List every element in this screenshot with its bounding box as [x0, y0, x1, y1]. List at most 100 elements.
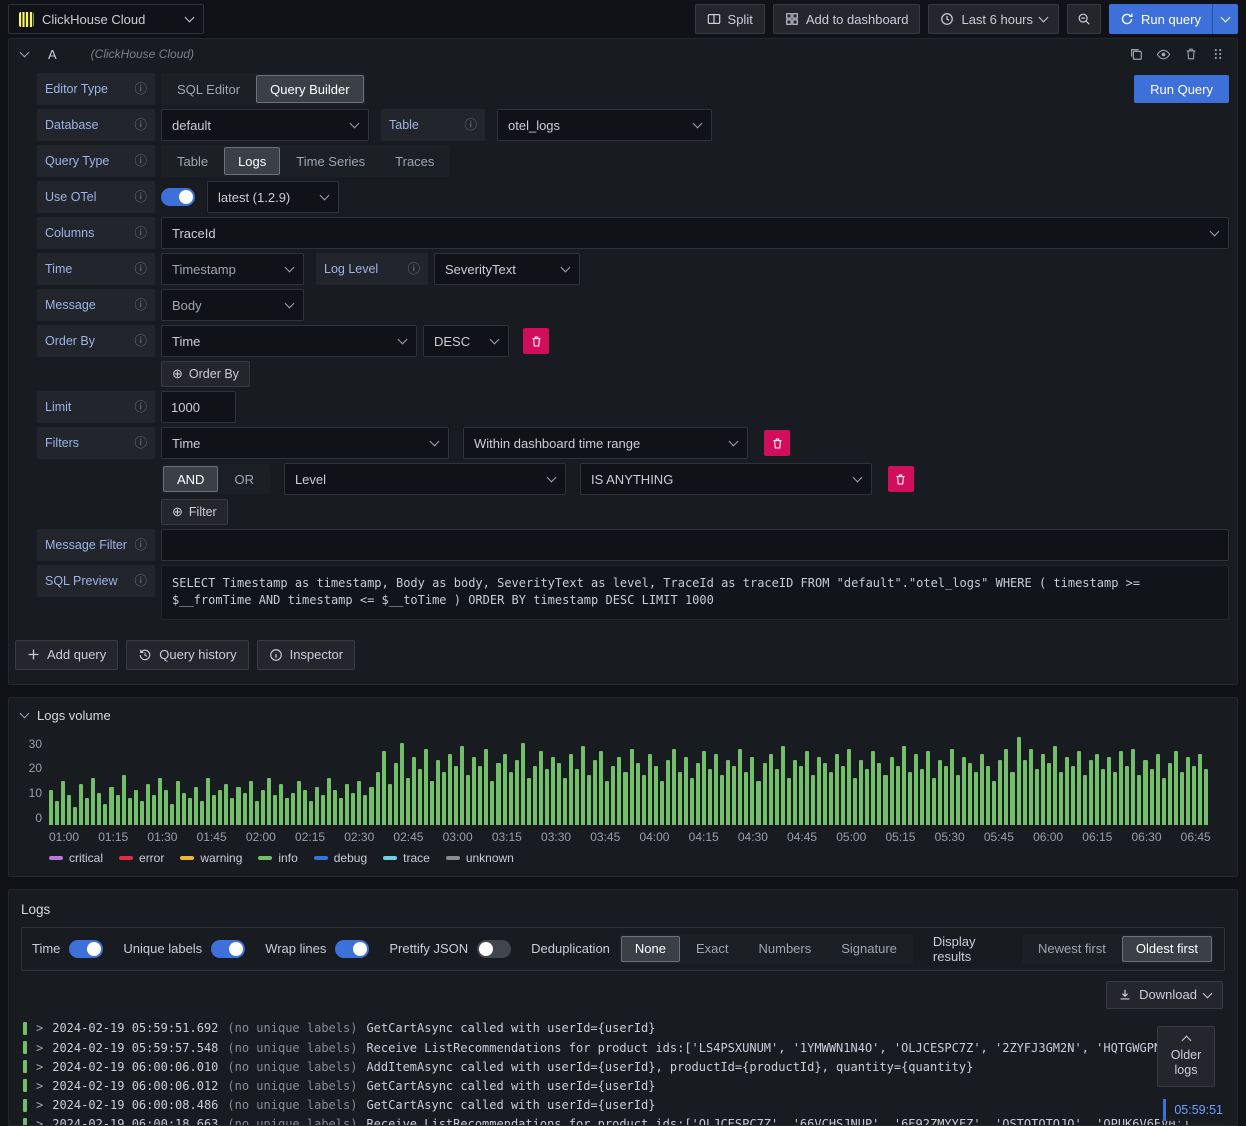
message-column-select[interactable]: Body [161, 289, 304, 321]
legend-item[interactable]: info [258, 851, 298, 865]
editor-type-sql-editor[interactable]: SQL Editor [163, 75, 254, 103]
duplicate-query-icon[interactable] [1129, 47, 1143, 61]
wrap-lines-toggle[interactable] [335, 939, 370, 958]
remove-filter-button[interactable] [764, 430, 790, 456]
log-scroll-time[interactable]: 05:59:51 [1159, 1098, 1223, 1121]
legend-item[interactable]: unknown [445, 851, 514, 865]
legend-item[interactable]: debug [313, 851, 367, 865]
otel-version-select[interactable]: latest (1.2.9) [207, 181, 339, 213]
order-by-direction-select[interactable]: DESC [423, 325, 509, 357]
volume-bar [375, 771, 380, 825]
columns-multiselect[interactable]: TraceId [161, 217, 1229, 249]
expand-log-icon[interactable]: > [36, 1079, 43, 1093]
add-order-by-button[interactable]: ⊕ Order By [161, 361, 250, 387]
remove-condition-button[interactable] [887, 466, 914, 492]
datasource-picker[interactable]: ClickHouse Cloud [8, 4, 204, 34]
info-icon[interactable]: ⓘ [134, 335, 147, 348]
dedup-signature[interactable]: Signature [827, 936, 911, 962]
filter-field-select[interactable]: Time [161, 427, 449, 459]
info-icon[interactable]: ⓘ [134, 575, 147, 588]
info-icon[interactable]: ⓘ [134, 83, 147, 96]
info-icon[interactable]: ⓘ [134, 539, 147, 552]
info-icon[interactable]: ⓘ [407, 263, 420, 276]
log-row[interactable]: >2024-02-19 05:59:57.548 (no unique label… [23, 1038, 1237, 1057]
table-select[interactable]: otel_logs [497, 109, 712, 141]
database-select[interactable]: default [161, 109, 369, 141]
conjunction-and[interactable]: AND [163, 466, 219, 492]
log-level-column-select[interactable]: SeverityText [434, 253, 580, 285]
limit-input[interactable] [161, 391, 236, 423]
query-row-header[interactable]: A (ClickHouse Cloud) [9, 39, 1237, 69]
volume-bar [321, 795, 326, 825]
legend-item[interactable]: critical [49, 851, 103, 865]
query-type-table[interactable]: Table [163, 147, 222, 175]
legend-item[interactable]: trace [383, 851, 430, 865]
volume-bar [429, 780, 434, 825]
order-by-field-select[interactable]: Time [161, 325, 417, 357]
collapse-query-chevron-icon[interactable] [19, 47, 30, 58]
query-type-traces[interactable]: Traces [381, 147, 448, 175]
drag-handle-icon[interactable] [1211, 47, 1225, 61]
condition-field-select[interactable]: Level [283, 463, 566, 495]
dedup-exact[interactable]: Exact [682, 936, 743, 962]
display-newest-first[interactable]: Newest first [1024, 936, 1120, 962]
expand-log-icon[interactable]: > [36, 1117, 43, 1124]
info-icon[interactable]: ⓘ [134, 119, 147, 132]
volume-bar [871, 751, 876, 825]
delete-query-trash-icon[interactable] [1184, 47, 1198, 61]
query-type-time-series[interactable]: Time Series [282, 147, 379, 175]
remove-order-by-button[interactable] [523, 328, 549, 354]
info-icon[interactable]: ⓘ [134, 227, 147, 240]
info-icon[interactable]: ⓘ [134, 299, 147, 312]
time-range-picker[interactable]: Last 6 hours [928, 4, 1060, 34]
editor-type-query-builder[interactable]: Query Builder [256, 75, 364, 103]
run-query-dropdown-button[interactable] [1212, 4, 1238, 34]
log-row[interactable]: >2024-02-19 06:00:18.663 (no unique label… [23, 1115, 1237, 1125]
use-otel-toggle[interactable] [161, 188, 195, 206]
unique-labels-toggle[interactable] [211, 939, 246, 958]
info-icon[interactable]: ⓘ [134, 155, 147, 168]
log-row[interactable]: >2024-02-19 05:59:51.692 (no unique label… [23, 1019, 1237, 1038]
prettify-json-toggle[interactable] [477, 939, 512, 958]
zoom-out-button[interactable] [1067, 4, 1102, 34]
split-button[interactable]: Split [694, 4, 765, 34]
run-query-button[interactable]: Run query [1109, 4, 1212, 34]
condition-operator-select[interactable]: IS ANYTHING [579, 463, 872, 495]
display-oldest-first[interactable]: Oldest first [1121, 935, 1212, 962]
dedup-none[interactable]: None [620, 935, 680, 962]
log-row[interactable]: >2024-02-19 06:00:06.012 (no unique label… [23, 1076, 1237, 1095]
query-type-logs[interactable]: Logs [224, 147, 281, 175]
info-icon[interactable]: ⓘ [464, 119, 477, 132]
conjunction-or[interactable]: OR [220, 466, 268, 492]
filter-operator-select[interactable]: Within dashboard time range [463, 427, 748, 459]
info-icon[interactable]: ⓘ [134, 191, 147, 204]
log-row[interactable]: >2024-02-19 06:00:06.010 (no unique label… [23, 1057, 1237, 1076]
info-icon[interactable]: ⓘ [134, 263, 147, 276]
legend-item[interactable]: error [119, 851, 164, 865]
query-history-button[interactable]: Query history [126, 639, 249, 670]
expand-log-icon[interactable]: > [36, 1060, 43, 1074]
add-query-button[interactable]: Add query [15, 639, 119, 670]
logs-options-bar: Time Unique labels Wrap lines Prettify J… [21, 926, 1225, 971]
panel-run-query-button[interactable]: Run Query [1134, 75, 1229, 103]
logs-volume-header[interactable]: Logs volume [9, 698, 1237, 727]
message-filter-input[interactable] [161, 529, 1229, 561]
time-column-select[interactable]: Timestamp [161, 253, 304, 285]
collapse-panel-chevron-icon[interactable] [19, 708, 30, 719]
x-axis-tick: 06:00 [1033, 829, 1064, 844]
older-logs-button[interactable]: Older logs [1157, 1025, 1215, 1088]
info-icon[interactable]: ⓘ [134, 401, 147, 414]
legend-item[interactable]: warning [180, 851, 242, 865]
hide-query-eye-icon[interactable] [1156, 47, 1171, 62]
info-icon[interactable]: ⓘ [134, 437, 147, 450]
expand-log-icon[interactable]: > [36, 1098, 43, 1112]
add-filter-button[interactable]: ⊕ Filter [161, 499, 228, 525]
inspector-button[interactable]: Inspector [256, 639, 356, 670]
expand-log-icon[interactable]: > [36, 1021, 43, 1035]
add-to-dashboard-button[interactable]: Add to dashboard [772, 4, 921, 34]
log-row[interactable]: >2024-02-19 06:00:08.486 (no unique label… [23, 1096, 1237, 1115]
dedup-numbers[interactable]: Numbers [745, 936, 826, 962]
download-button[interactable]: Download [1106, 980, 1223, 1009]
expand-log-icon[interactable]: > [36, 1041, 43, 1055]
time-toggle[interactable] [69, 939, 104, 958]
